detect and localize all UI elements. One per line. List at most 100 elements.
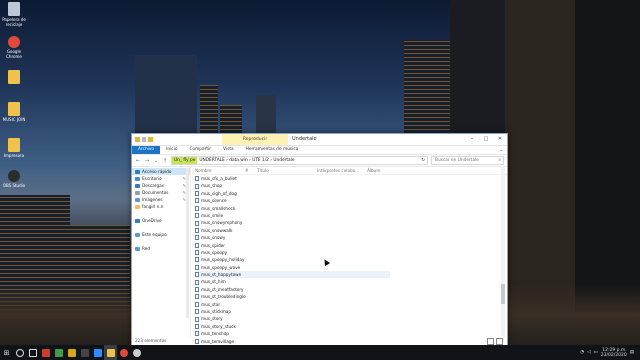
taskbar-item[interactable]	[52, 345, 65, 360]
file-row[interactable]: mus_snowymphony	[195, 219, 390, 226]
audio-file-icon	[195, 205, 199, 211]
column-header-artists[interactable]: Intérpretes colabo...	[317, 168, 367, 173]
desktop-icon-item[interactable]: MUSIC JOIN	[0, 102, 28, 122]
chevron-down-icon[interactable]: ⌄	[153, 158, 159, 164]
address-bar[interactable]: Un_ fly pe UNDERTALE › data.win › UTE 1/…	[171, 156, 428, 165]
ribbon-expand-icon[interactable]: ⌄	[499, 148, 507, 153]
search-icon	[15, 348, 24, 357]
file-rows: mus_sfx_a_bullet mus_shop mus_sigh_of_dog m…	[195, 175, 507, 352]
file-row[interactable]: mus_st_him	[195, 278, 390, 285]
file-row[interactable]: mus_st_troubledingle	[195, 293, 390, 300]
vertical-scrollbar[interactable]	[501, 166, 505, 337]
nav-item[interactable]: Descargas ✎	[132, 182, 190, 189]
file-name: mus_smallshock	[201, 205, 236, 211]
start-button[interactable]: ⊞	[0, 345, 13, 360]
file-row[interactable]: mus_spider	[195, 242, 390, 249]
keyboard-icon[interactable]: ▭	[594, 350, 598, 355]
back-icon[interactable]: ←	[135, 158, 141, 164]
file-explorer-icon	[106, 348, 115, 357]
title-bar[interactable]: Reproducir Undertale – □ ✕	[132, 134, 507, 146]
taskbar-item[interactable]	[117, 345, 130, 360]
desktop-icon-item[interactable]: Impresora	[0, 138, 28, 158]
file-row[interactable]: mus_sfx_a_bullet	[195, 175, 390, 182]
desktop-icon-item[interactable]: OBS Studio	[0, 170, 28, 188]
audio-file-icon	[195, 235, 199, 241]
nav-item[interactable]: Documentos ✎	[132, 189, 190, 196]
nav-item[interactable]: Este equipo	[132, 231, 190, 238]
large-icons-view-icon[interactable]	[496, 338, 503, 345]
file-row[interactable]: mus_stickmap	[195, 308, 390, 315]
file-row[interactable]: mus_shop	[195, 182, 390, 189]
nav-item[interactable]: OneDrive	[132, 217, 190, 224]
file-name: mus_st_him	[201, 279, 226, 285]
file-row[interactable]: mus_smile	[195, 212, 390, 219]
folder-icon[interactable]	[135, 137, 140, 142]
file-row[interactable]: mus_snowy	[195, 234, 390, 241]
taskbar-item[interactable]	[78, 345, 91, 360]
file-row[interactable]: mus_spoopy_wave	[195, 264, 390, 271]
file-row[interactable]: mus_story	[195, 315, 390, 322]
taskbar-item[interactable]	[65, 345, 78, 360]
notification-icon[interactable]: ▤	[630, 350, 634, 355]
nav-item[interactable]: Escritorio ✎	[132, 175, 190, 182]
close-button[interactable]: ✕	[493, 134, 507, 145]
column-header-number[interactable]: #	[245, 168, 257, 173]
file-row[interactable]: mus_spoopy_holiday	[195, 256, 390, 263]
file-row[interactable]: mus_sigh_of_dog	[195, 190, 390, 197]
new-folder-icon[interactable]	[148, 137, 153, 142]
network-icon[interactable]: ◔	[580, 350, 584, 355]
video-icon	[54, 348, 63, 357]
folder-icon	[8, 70, 20, 84]
up-icon[interactable]: ↑	[162, 158, 168, 164]
nav-item[interactable]: fangirl n.n	[132, 203, 190, 210]
file-row[interactable]: mus_star	[195, 301, 390, 308]
desktop-icon-label: Papelera de reciclaje	[2, 17, 26, 27]
desktop-icon-label: Google Chrome	[6, 49, 22, 59]
ribbon-tab[interactable]: Archivo	[132, 146, 161, 154]
taskbar-item[interactable]	[91, 345, 104, 360]
volume-icon[interactable]: ◁	[587, 350, 590, 355]
file-row[interactable]: mus_spoopy	[195, 249, 390, 256]
properties-icon[interactable]	[142, 137, 146, 142]
details-view-icon[interactable]	[487, 338, 494, 345]
file-row[interactable]: mus_snowwalk	[195, 227, 390, 234]
taskbar-item[interactable]	[39, 345, 52, 360]
file-row[interactable]: mus_st_meatfactory	[195, 286, 390, 293]
ribbon-tab[interactable]: Herramientas de música	[240, 146, 305, 154]
nav-scrollbar[interactable]	[186, 168, 189, 318]
taskbar-item[interactable]	[104, 345, 117, 360]
desktop-icon	[135, 176, 140, 181]
ribbon-tab[interactable]: Compartir	[183, 146, 217, 154]
context-tab-play[interactable]: Reproducir	[222, 134, 288, 145]
file-row[interactable]: mus_story_stuck	[195, 323, 390, 330]
file-row[interactable]: mus_st_happytown	[195, 271, 390, 279]
ribbon-tab[interactable]: Inicio	[160, 146, 183, 154]
file-list: Nombre # Título Intérpretes colabo... Ál…	[191, 166, 507, 352]
taskbar-item[interactable]	[130, 345, 143, 360]
taskbar-item[interactable]	[26, 345, 39, 360]
ribbon-tab[interactable]: Vista	[217, 146, 240, 154]
taskbar-item[interactable]	[13, 345, 26, 360]
audio-file-icon	[195, 287, 199, 293]
column-header-name[interactable]: Nombre	[195, 168, 245, 173]
refresh-icon[interactable]: ↻	[421, 158, 425, 163]
minimize-button[interactable]: –	[465, 134, 479, 145]
clock[interactable]: 12:29 p.m. 23/02/2020	[601, 348, 627, 358]
nav-item[interactable]: Acceso rápido	[132, 168, 190, 175]
forward-icon[interactable]: →	[144, 158, 150, 164]
column-header-album[interactable]: Álbum	[367, 168, 407, 173]
nav-item[interactable]: Red	[132, 245, 190, 252]
desktop-icon-item[interactable]: Papelera de reciclaje	[0, 2, 28, 27]
maximize-button[interactable]: □	[479, 134, 493, 145]
nav-item[interactable]: Imágenes ✎	[132, 196, 190, 203]
audio-file-icon	[195, 220, 199, 226]
desktop-icon-item[interactable]: Google Chrome	[0, 36, 28, 59]
desktop-icon-item[interactable]	[0, 70, 28, 85]
file-row[interactable]: mus_silence	[195, 197, 390, 204]
column-header-title[interactable]: Título	[257, 168, 317, 173]
mail-icon	[80, 348, 89, 357]
search-input[interactable]: Buscar en Undertale ⌕	[431, 156, 504, 165]
scrollbar-thumb[interactable]	[501, 284, 505, 304]
file-row[interactable]: mus_smallshock	[195, 205, 390, 212]
